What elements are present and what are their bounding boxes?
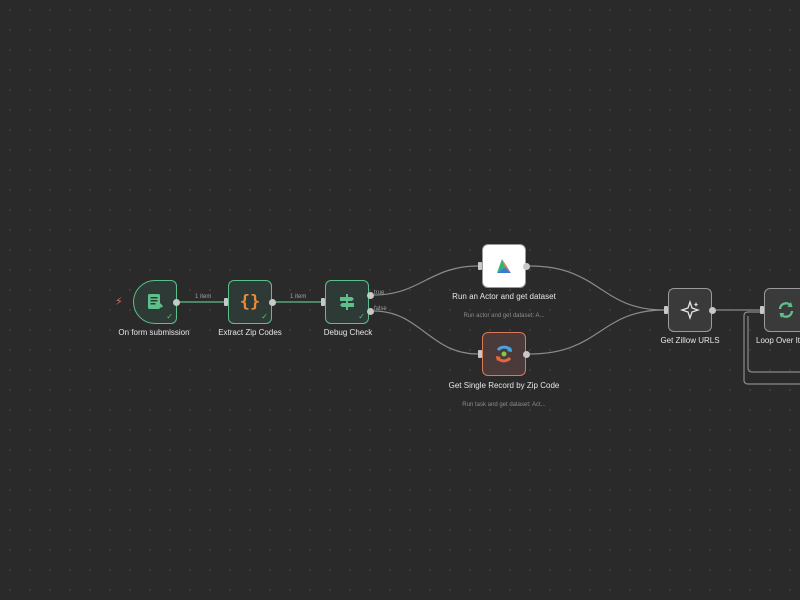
workflow-canvas[interactable]: ⚡︎ ✓ On form submission 1 item {} ✓ Extr…: [0, 0, 800, 600]
apify-icon: [497, 259, 511, 273]
refresh-colorful-icon: [495, 345, 513, 363]
node-debug-check[interactable]: ✓: [325, 280, 369, 324]
trigger-bolt-icon: ⚡︎: [115, 296, 123, 308]
node-label: Debug Check: [323, 328, 373, 337]
edge-run-actor-to-zillow: [529, 265, 665, 311]
node-sublabel: Run actor and get dataset: A...: [463, 313, 545, 319]
success-check-icon: ✓: [166, 312, 173, 321]
node-label: Get Single Record by Zip Code: [448, 381, 560, 390]
output-port[interactable]: [709, 307, 716, 314]
edge-item-count: 1 item: [195, 294, 212, 300]
node-get-single-record[interactable]: [482, 332, 526, 376]
output-port-true[interactable]: [367, 292, 374, 299]
edge-true-label: true: [374, 290, 385, 296]
output-port-false[interactable]: [367, 308, 374, 315]
node-extract-zip-codes[interactable]: {} ✓: [228, 280, 272, 324]
loop-icon: [778, 302, 794, 318]
node-loop-over-items[interactable]: [764, 288, 800, 332]
node-get-zillow-urls[interactable]: [668, 288, 712, 332]
output-port[interactable]: [173, 299, 180, 306]
curly-braces-icon: {}: [239, 292, 261, 312]
node-label: Loop Over It: [756, 336, 800, 345]
output-port[interactable]: [269, 299, 276, 306]
edge-false-label: false: [374, 306, 387, 312]
edge-true-to-run-actor: [373, 265, 479, 296]
node-label: Run an Actor and get dataset: [452, 292, 556, 301]
node-run-actor[interactable]: [482, 244, 526, 288]
form-icon: [148, 294, 163, 309]
node-sublabel: Run task and get dataset: Act...: [462, 402, 546, 408]
node-form-trigger[interactable]: ✓: [133, 280, 177, 324]
signpost-icon: [340, 294, 354, 310]
success-check-icon: ✓: [358, 312, 365, 321]
success-check-icon: ✓: [261, 312, 268, 321]
node-label: Get Zillow URLS: [660, 336, 720, 345]
edge-item-count: 1 item: [290, 294, 307, 300]
output-port[interactable]: [523, 351, 530, 358]
sparkles-icon: [679, 299, 701, 321]
output-port[interactable]: [523, 263, 530, 270]
